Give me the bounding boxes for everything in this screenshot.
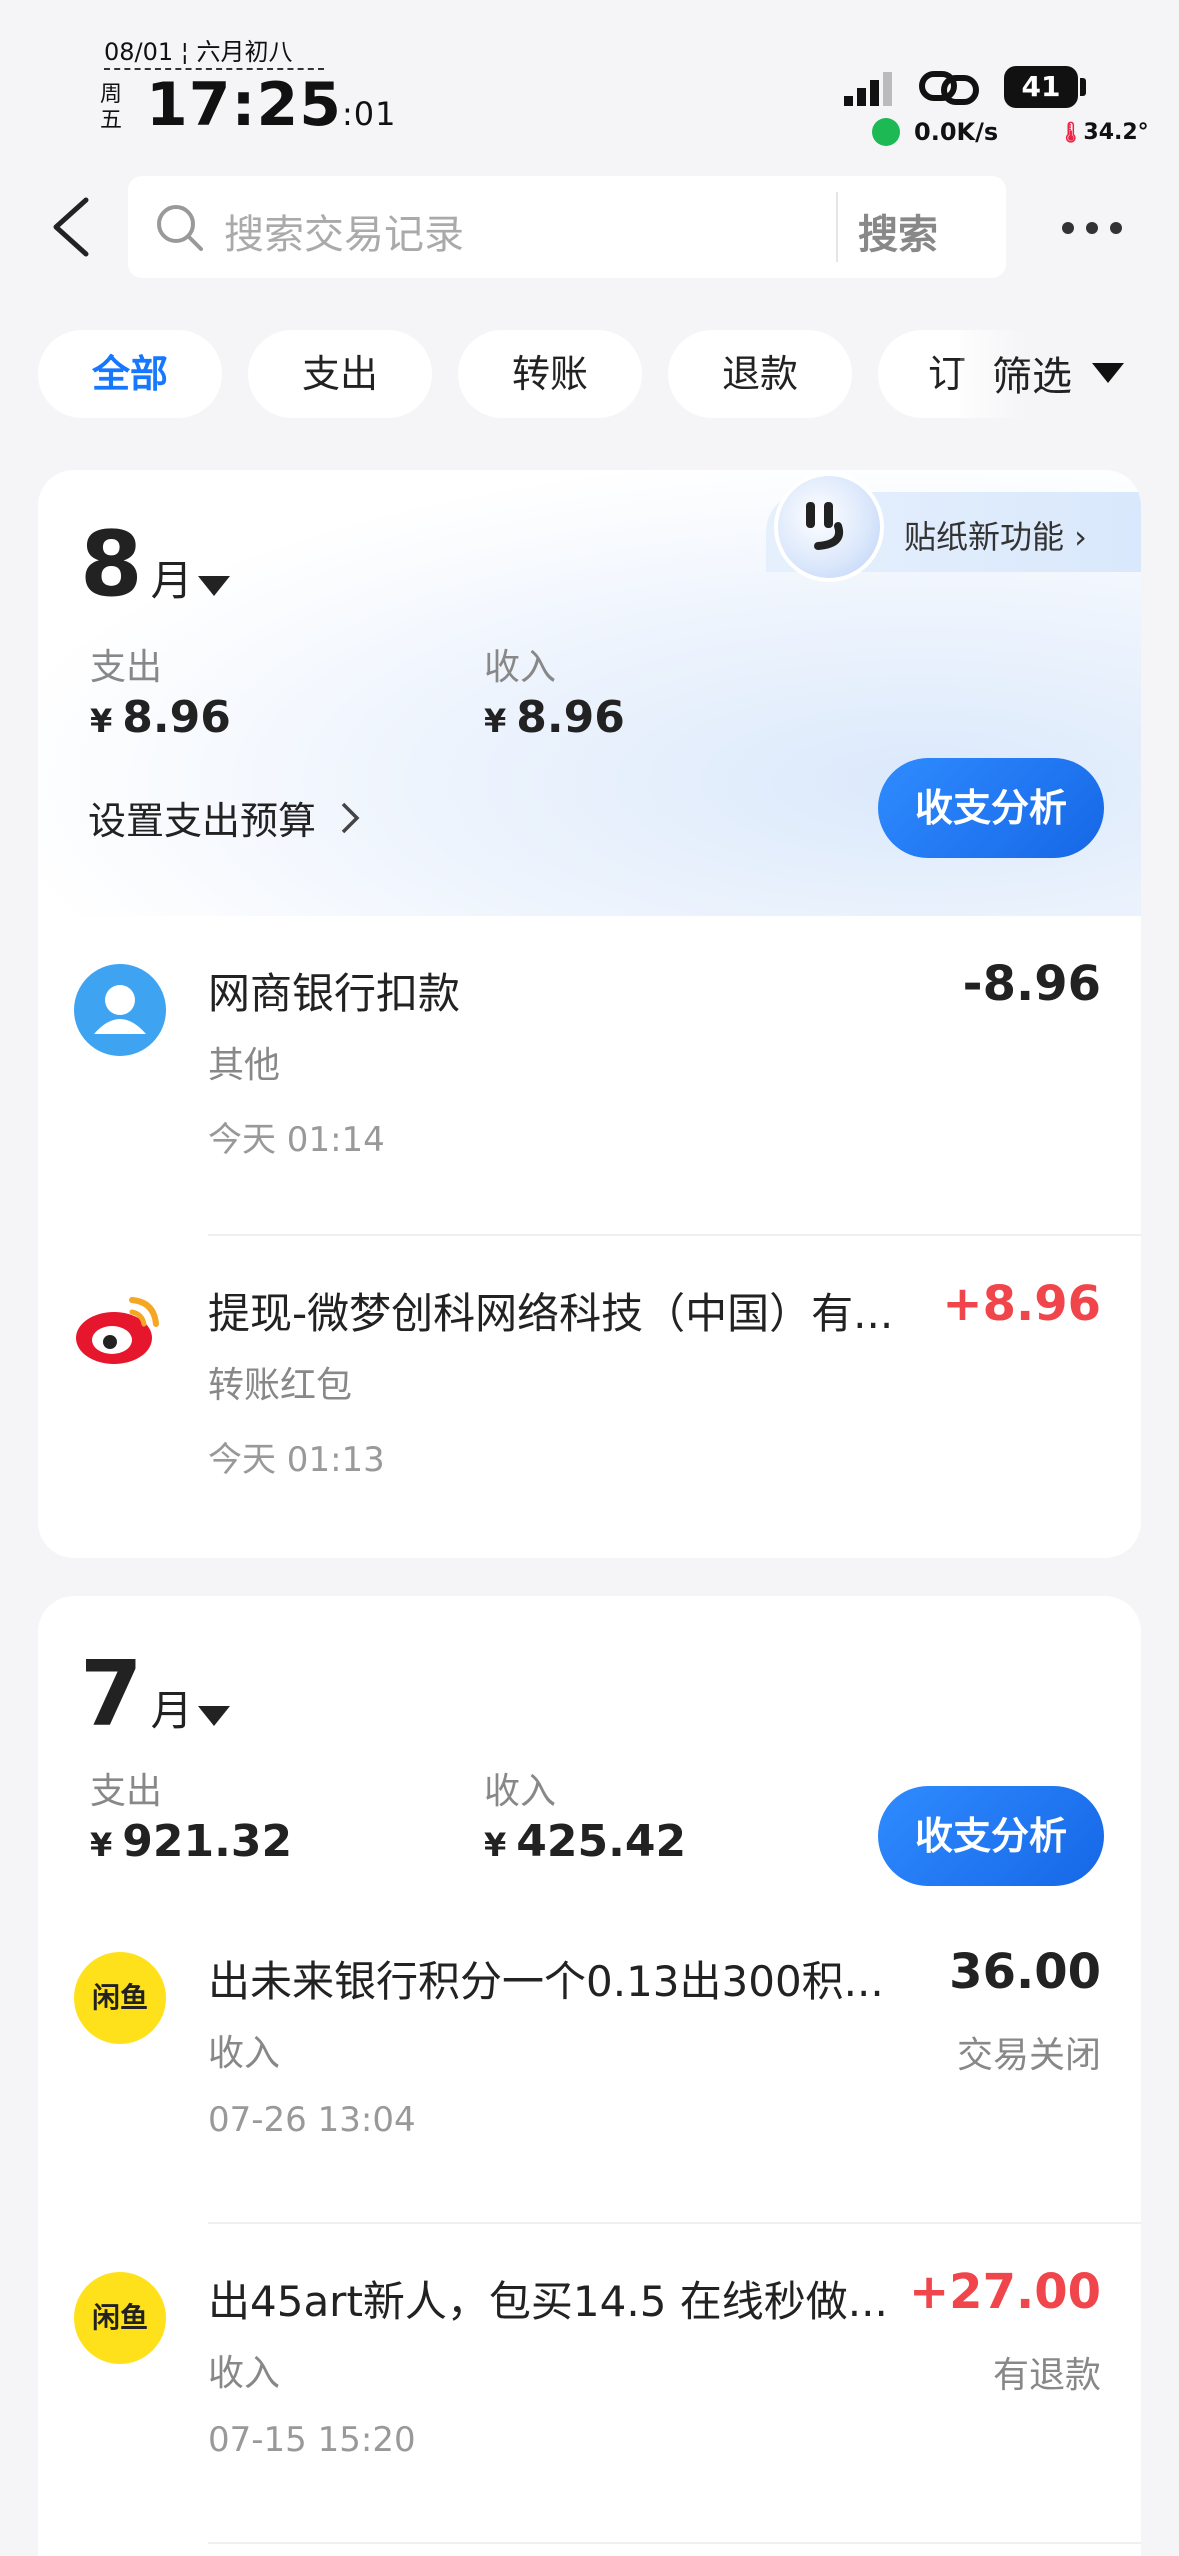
income-label: 收入: [484, 647, 557, 688]
transaction-amount: 36.00: [949, 1944, 1101, 2000]
temperature: 🌡34.2°: [1058, 120, 1149, 145]
month-number: 8: [80, 512, 143, 617]
expense-label: 支出: [90, 647, 163, 688]
sticker-feature-link[interactable]: 贴纸新功能 ›: [904, 512, 1087, 558]
more-options-icon[interactable]: [1062, 222, 1122, 234]
transaction-amount: +8.96: [942, 1276, 1101, 1332]
month-dropdown-icon[interactable]: [198, 1706, 230, 1726]
transaction-title: 提现-微梦创科网络科技（中国）有...: [208, 1289, 894, 1338]
transaction-time: 07-26 13:04: [208, 2100, 416, 2140]
network-speed: 0.0K/s: [872, 118, 998, 146]
month-card-july: 7月 支出 ¥921.32 收入 ¥425.42 收支分析 闲鱼 出未来银行积分…: [38, 1596, 1141, 2556]
status-date: 08/01 ¦ 六月初八: [104, 38, 293, 66]
currency-symbol: ¥: [484, 702, 507, 740]
currency-symbol: ¥: [90, 702, 113, 740]
xianyu-logo-text: 闲鱼: [91, 2301, 148, 2334]
income-value: 425.42: [516, 1816, 687, 1867]
month-card-august: 贴纸新功能 › 8月 支出 ¥8.96 收入 ¥8.96 设置支出预算 收支分析…: [38, 470, 1141, 1558]
search-divider: [836, 192, 838, 262]
month-unit: 月: [150, 556, 193, 605]
link-icon: [919, 71, 979, 105]
chip-expense[interactable]: 支出: [248, 330, 432, 418]
chevron-right-icon: [341, 802, 360, 833]
signal-icon: [844, 72, 892, 106]
transaction-title: 网商银行扣款: [208, 969, 461, 1018]
income-amount: ¥8.96: [484, 692, 625, 743]
thermometer-icon: 🌡: [1058, 120, 1084, 144]
currency-symbol: ¥: [90, 1826, 113, 1864]
transaction-category: 收入: [208, 2353, 281, 2394]
xianyu-logo-text: 闲鱼: [91, 1981, 148, 2014]
transaction-category: 转账红包: [208, 1365, 353, 1406]
transaction-amount: +27.00: [908, 2264, 1101, 2320]
chip-transfer[interactable]: 转账: [458, 330, 642, 418]
battery-tip: [1080, 78, 1086, 96]
status-time-main: 17:25: [146, 70, 342, 140]
currency-symbol: ¥: [484, 1826, 507, 1864]
temperature-value: 34.2°: [1083, 120, 1149, 145]
month-selector[interactable]: 8月: [80, 512, 193, 617]
filter-label: 筛选: [992, 354, 1072, 400]
expense-amount: ¥921.32: [90, 1816, 292, 1867]
xianyu-logo-icon: 闲鱼: [74, 1952, 166, 2044]
income-label: 收入: [484, 1771, 557, 1812]
network-speed-value: 0.0K/s: [914, 118, 999, 146]
transaction-row[interactable]: 闲鱼 出45art新人，包买14.5 在线秒做... 收入 07-15 15:2…: [38, 2224, 1141, 2544]
month-unit: 月: [150, 1686, 193, 1735]
search-icon: [157, 205, 203, 251]
income-expense-analysis-button[interactable]: 收支分析: [878, 758, 1104, 858]
person-avatar-icon: [74, 964, 166, 1056]
transaction-time: 07-15 15:20: [208, 2420, 416, 2460]
month-selector[interactable]: 7月: [80, 1642, 193, 1747]
dropdown-triangle-icon: [1092, 363, 1124, 383]
transaction-category: 收入: [208, 2033, 281, 2074]
income-value: 8.96: [516, 692, 625, 743]
row-divider: [208, 2542, 1141, 2544]
expense-amount: ¥8.96: [90, 692, 231, 743]
weibo-logo-icon: [74, 1284, 166, 1376]
transaction-category: 其他: [208, 1045, 281, 1086]
transaction-row[interactable]: 闲鱼 出未来银行积分一个0.13出300积... 收入 07-26 13:04 …: [38, 1904, 1141, 2224]
battery-indicator: 41: [1004, 66, 1078, 108]
transaction-amount: -8.96: [962, 956, 1101, 1012]
smile-icon: [806, 502, 843, 550]
transaction-time: 今天 01:14: [208, 1120, 385, 1160]
transaction-title: 出45art新人，包买14.5 在线秒做...: [208, 2277, 888, 2326]
expense-label: 支出: [90, 1771, 163, 1812]
set-budget-link[interactable]: 设置支出预算: [88, 790, 360, 845]
filter-button[interactable]: 筛选: [992, 344, 1124, 402]
income-expense-analysis-button[interactable]: 收支分析: [878, 1786, 1104, 1886]
month-dropdown-icon[interactable]: [198, 576, 230, 596]
transaction-status: 交易关闭: [956, 2035, 1101, 2076]
transaction-row[interactable]: 提现-微梦创科网络科技（中国）有... 转账红包 今天 01:13 +8.96: [38, 1236, 1141, 1556]
transaction-status: 有退款: [992, 2355, 1101, 2396]
transaction-row[interactable]: 网商银行扣款 其他 今天 01:14 -8.96: [38, 916, 1141, 1236]
chip-refund[interactable]: 退款: [668, 330, 852, 418]
chip-all[interactable]: 全部: [38, 330, 222, 418]
search-button[interactable]: 搜索: [858, 202, 938, 260]
budget-label: 设置支出预算: [88, 799, 317, 843]
status-time-seconds: :01: [342, 95, 397, 133]
month-number: 7: [80, 1642, 143, 1747]
income-amount: ¥425.42: [484, 1816, 686, 1867]
search-input[interactable]: 搜索交易记录: [224, 202, 464, 260]
status-weekday: 周五: [100, 82, 123, 133]
search-bar[interactable]: 搜索交易记录 搜索: [128, 176, 1006, 278]
back-arrow-icon[interactable]: [46, 196, 96, 258]
transaction-time: 今天 01:13: [208, 1440, 385, 1480]
status-time: 17:25:01: [146, 70, 397, 140]
status-bar: 08/01 ¦ 六月初八 周五 17:25:01 41 0.0K/s 🌡34.2…: [0, 0, 1179, 160]
sticker-face-icon[interactable]: [774, 472, 884, 582]
expense-value: 8.96: [122, 692, 231, 743]
expense-value: 921.32: [122, 1816, 293, 1867]
location-icon: [872, 118, 900, 146]
transaction-title: 出未来银行积分一个0.13出300积...: [208, 1957, 884, 2006]
xianyu-logo-icon: 闲鱼: [74, 2272, 166, 2364]
